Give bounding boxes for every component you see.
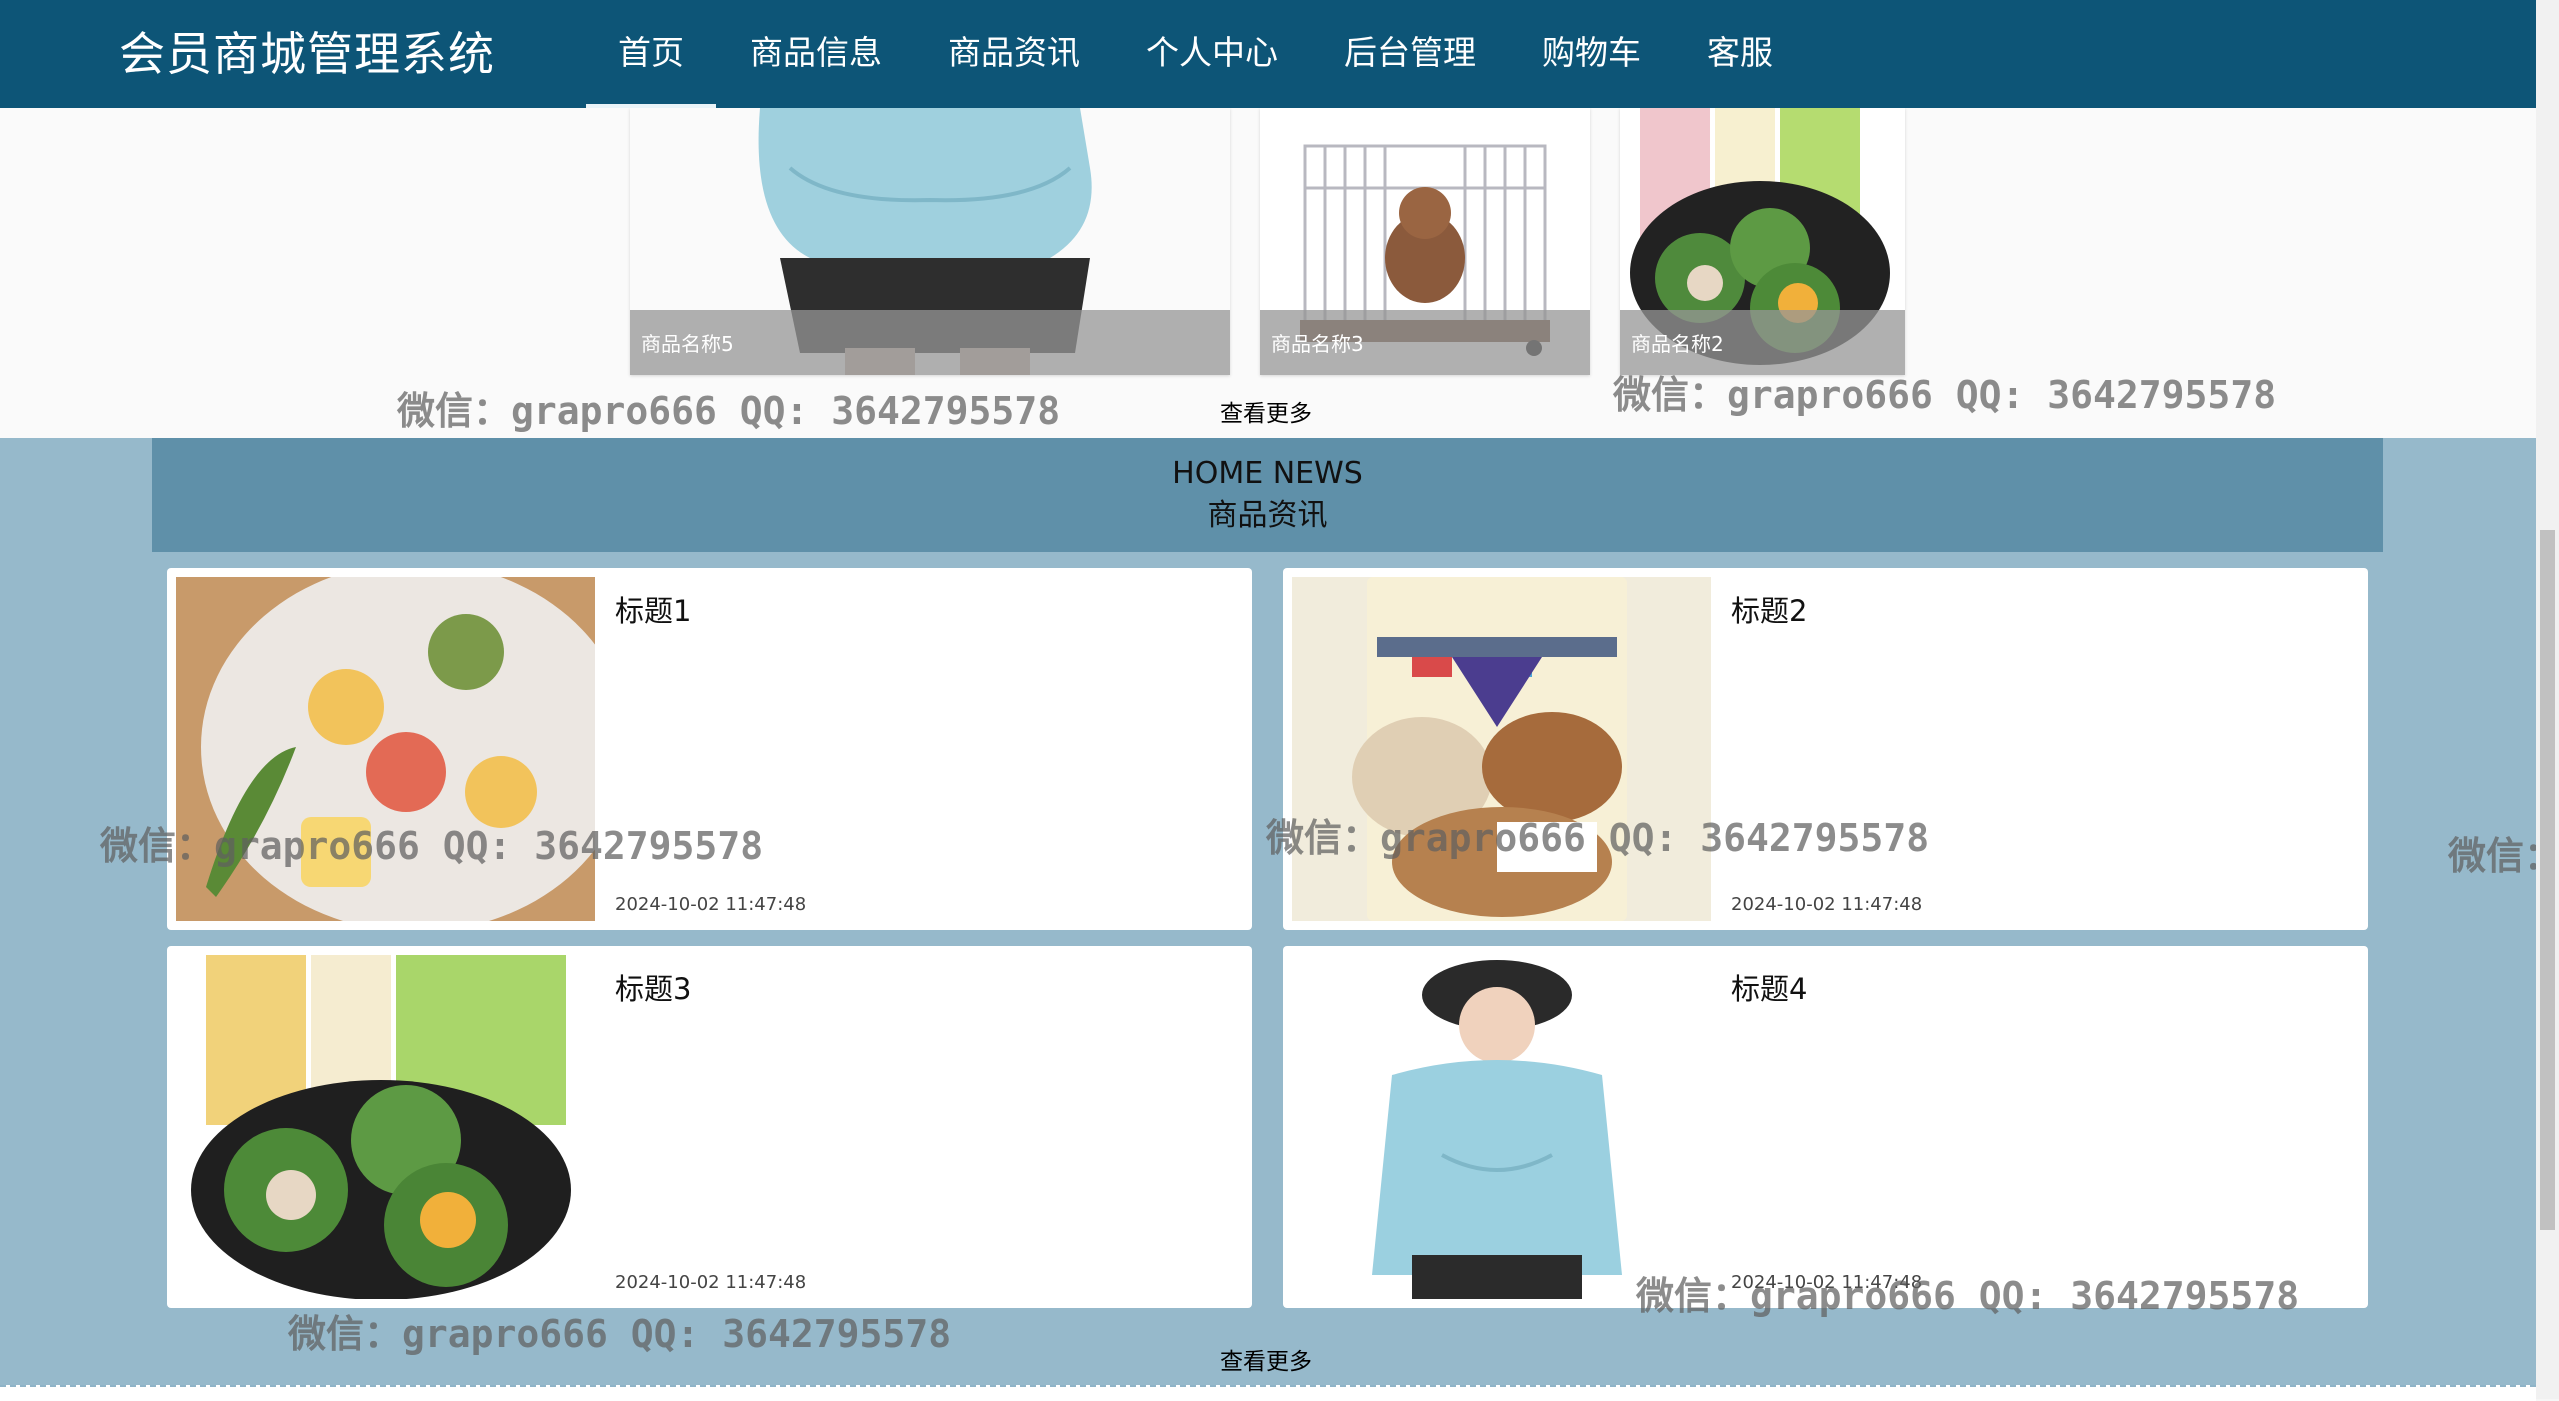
nav-item-admin[interactable]: 后台管理 [1312,0,1508,108]
news-card[interactable]: 标题3 2024-10-02 11:47:48 [167,946,1252,1308]
app-title: 会员商城管理系统 [119,27,495,81]
nav-menu: 首页 商品信息 商品资讯 个人中心 后台管理 购物车 客服 [586,0,1807,108]
top-navbar: 会员商城管理系统 首页 商品信息 商品资讯 个人中心 后台管理 购物车 客服 [0,0,2536,108]
news-title: 标题4 [1731,972,1808,1006]
news-header: HOME NEWS 商品资讯 [152,438,2383,552]
product-card[interactable]: 商品名称5 [630,108,1230,375]
nav-item-service[interactable]: 客服 [1675,0,1805,108]
news-date: 2024-10-02 11:47:48 [1731,1272,1923,1293]
vertical-scrollbar[interactable] [2536,0,2559,1399]
news-thumbnail [176,577,595,921]
product-card[interactable]: 商品名称3 [1260,108,1590,375]
news-title: 标题3 [615,972,692,1006]
news-header-en: HOME NEWS [1172,456,1363,491]
news-thumbnail [176,955,595,1299]
news-card[interactable]: 标题4 2024-10-02 11:47:48 [1283,946,2368,1308]
product-name: 商品名称2 [1620,310,1905,375]
news-section: HOME NEWS 商品资讯 标题1 2024-10-02 11:47:48 标… [0,438,2536,1385]
product-section: 商品名称5 商品名称3 商品名称2 查看更多 [0,108,2536,438]
news-header-cn: 商品资讯 [1207,498,1328,533]
scrollbar-thumb[interactable] [2540,530,2555,1230]
news-thumbnail [1292,955,1711,1299]
news-card[interactable]: 标题2 2024-10-02 11:47:48 [1283,568,2368,930]
nav-item-profile[interactable]: 个人中心 [1114,0,1310,108]
nav-item-home[interactable]: 首页 [586,0,716,108]
news-thumbnail [1292,577,1711,921]
nav-item-cart[interactable]: 购物车 [1510,0,1673,108]
nav-item-news[interactable]: 商品资讯 [916,0,1112,108]
product-card[interactable]: 商品名称2 [1620,108,1905,375]
news-card[interactable]: 标题1 2024-10-02 11:47:48 [167,568,1252,930]
news-date: 2024-10-02 11:47:48 [1731,894,1923,915]
product-more-link[interactable]: 查看更多 [1220,394,1312,428]
product-name: 商品名称5 [630,310,1230,375]
nav-item-products[interactable]: 商品信息 [718,0,914,108]
news-more-link[interactable]: 查看更多 [1220,1342,1312,1376]
news-title: 标题2 [1731,594,1808,628]
news-date: 2024-10-02 11:47:48 [615,1272,807,1293]
news-date: 2024-10-02 11:47:48 [615,894,807,915]
product-name: 商品名称3 [1260,310,1590,375]
news-title: 标题1 [615,594,692,628]
